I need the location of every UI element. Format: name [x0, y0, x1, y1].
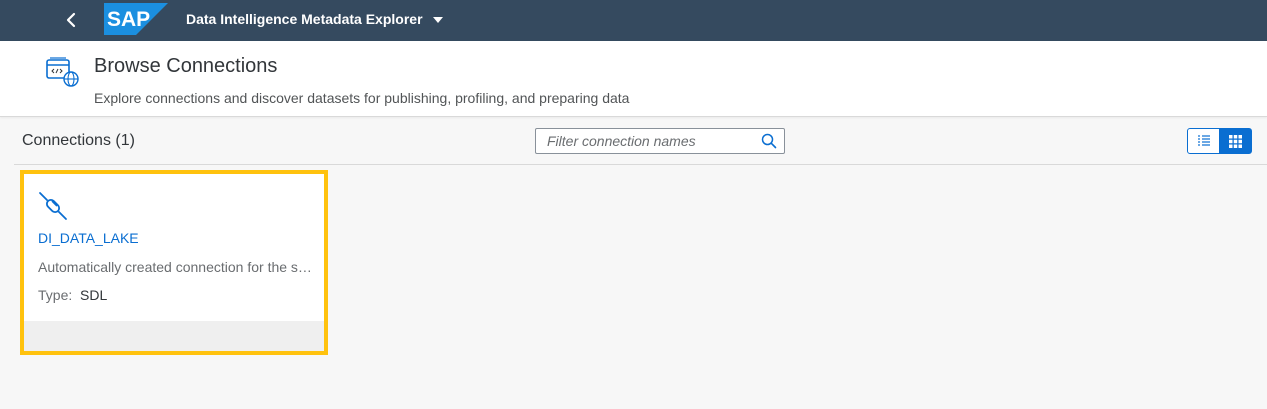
- list-view-icon: [1197, 135, 1210, 146]
- search-input[interactable]: [536, 129, 756, 153]
- connection-card-body: DI_DATA_LAKE Automatically created conne…: [24, 174, 324, 321]
- toolbar-divider: [14, 164, 1267, 165]
- connection-name[interactable]: DI_DATA_LAKE: [38, 230, 139, 246]
- caret-down-icon[interactable]: [432, 15, 444, 25]
- connection-type-value: SDL: [80, 287, 108, 303]
- page-header: Browse Connections Explore connections a…: [0, 41, 1267, 117]
- connection-description: Automatically created connection for the…: [38, 259, 314, 275]
- list-view-button[interactable]: [1187, 128, 1220, 154]
- page-subtitle: Explore connections and discover dataset…: [94, 90, 630, 106]
- back-button[interactable]: [56, 6, 86, 34]
- connection-type-label: Type:: [38, 287, 73, 303]
- page-title: Browse Connections: [94, 55, 278, 77]
- view-toggle: [1187, 128, 1252, 154]
- grid-view-icon: [1229, 134, 1242, 148]
- svg-text:SAP: SAP: [107, 8, 150, 31]
- search-icon[interactable]: [760, 132, 778, 150]
- chevron-left-icon: [66, 12, 76, 28]
- browse-connections-icon: [46, 57, 79, 87]
- grid-view-button[interactable]: [1219, 128, 1252, 154]
- app-title[interactable]: Data Intelligence Metadata Explorer: [186, 11, 423, 27]
- connection-card[interactable]: DI_DATA_LAKE Automatically created conne…: [24, 174, 324, 351]
- connection-plug-icon: [39, 192, 67, 220]
- search-field[interactable]: [535, 128, 785, 154]
- sap-logo[interactable]: SAP: [104, 3, 168, 35]
- shell-bar: SAP Data Intelligence Metadata Explorer: [0, 0, 1267, 41]
- connections-count-title: Connections (1): [22, 132, 135, 149]
